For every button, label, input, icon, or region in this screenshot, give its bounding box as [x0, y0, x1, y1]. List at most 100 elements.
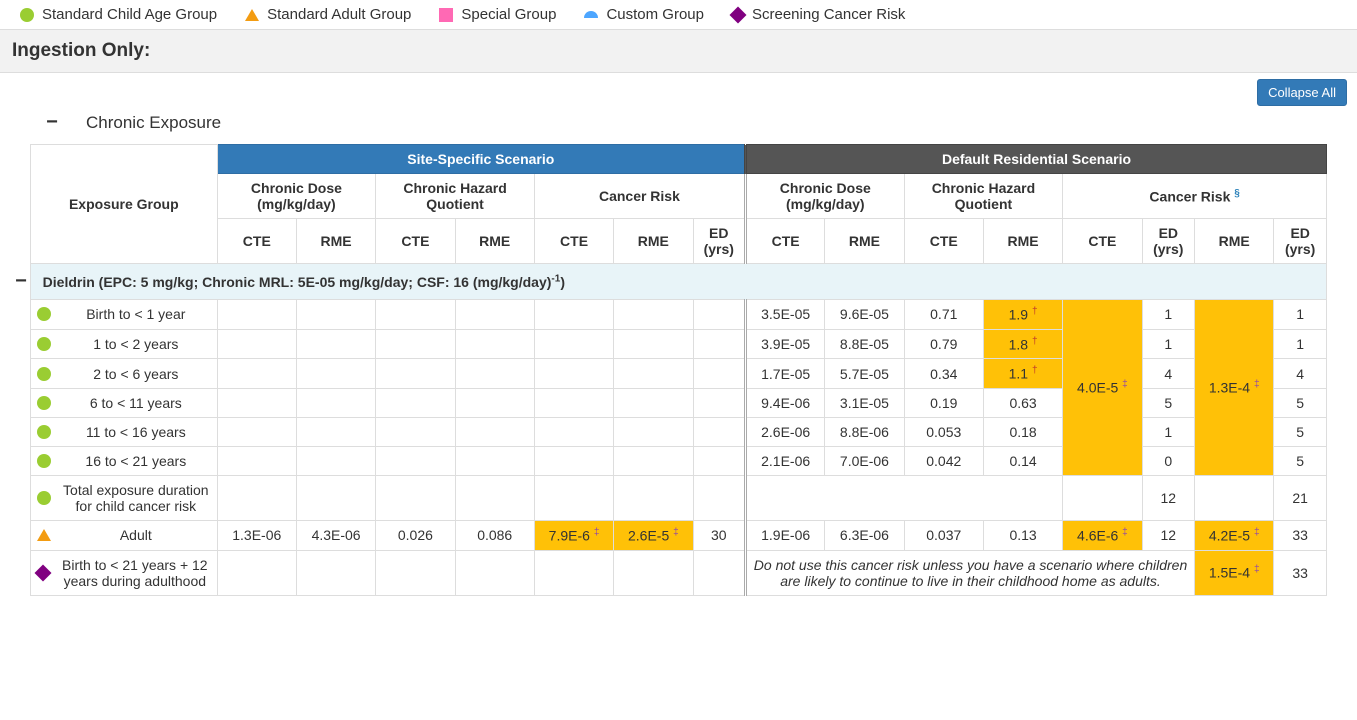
legend-child: Standard Child Age Group	[20, 6, 217, 23]
th-chronic-hq-d: Chronic Hazard Quotient	[904, 174, 1063, 219]
cell-highlight: 7.9E-6 ‡	[534, 520, 613, 550]
table-row-adult: Adult 1.3E-06 4.3E-06 0.026 0.086 7.9E-6…	[31, 520, 1327, 550]
row-label: 11 to < 16 years	[59, 424, 213, 440]
th-rme: RME	[983, 219, 1062, 264]
cell-highlight: 1.9 †	[983, 300, 1062, 330]
th-default-scenario: Default Residential Scenario	[745, 145, 1326, 174]
row-label: 2 to < 6 years	[59, 366, 213, 382]
legend-label: Custom Group	[606, 6, 704, 23]
collapse-toggle-icon[interactable]: −	[42, 111, 62, 134]
legend-label: Screening Cancer Risk	[752, 6, 905, 23]
page-heading: Ingestion Only:	[0, 29, 1357, 73]
val: 4.2E-5	[1209, 528, 1250, 544]
square-icon	[439, 8, 453, 22]
screening-note: Do not use this cancer risk unless you h…	[745, 550, 1194, 595]
cell-highlight: 4.6E-6 ‡	[1063, 520, 1142, 550]
diamond-icon	[730, 6, 747, 23]
diamond-icon	[35, 564, 52, 581]
dagger-icon: †	[1032, 365, 1038, 376]
cell-highlight: 2.6E-5 ‡	[614, 520, 693, 550]
cell: 0.053	[904, 417, 983, 446]
cell-highlight: 4.2E-5 ‡	[1195, 520, 1274, 550]
th-cte: CTE	[534, 219, 613, 264]
cell: 2.1E-06	[745, 446, 824, 475]
section-chronic-exposure: − Chronic Exposure	[70, 111, 1327, 134]
circle-icon	[20, 8, 34, 22]
th-cancer-risk-d: Cancer Risk §	[1063, 174, 1327, 219]
row-label: Birth to < 1 year	[59, 306, 213, 322]
legend-custom: Custom Group	[584, 6, 704, 23]
cell: 0.042	[904, 446, 983, 475]
chemical-label[interactable]: − Dieldrin (EPC: 5 mg/kg; Chronic MRL: 5…	[31, 264, 1327, 300]
th-rme: RME	[1195, 219, 1274, 264]
cell: 0.19	[904, 388, 983, 417]
th-cte: CTE	[217, 219, 296, 264]
table-row: Birth to < 1 year 3.5E-05 9.6E-05 0.71 1…	[31, 300, 1327, 330]
cell: 12	[1142, 475, 1194, 520]
chem-exp: -1	[551, 273, 560, 284]
th-ed: ED (yrs)	[693, 219, 745, 264]
th-rme: RME	[825, 219, 904, 264]
table-row-screening: Birth to < 21 years + 12 years during ad…	[31, 550, 1327, 595]
cell: 0.63	[983, 388, 1062, 417]
halfcircle-icon	[584, 11, 598, 18]
cell: 0.086	[455, 520, 534, 550]
collapse-all-button[interactable]: Collapse All	[1257, 79, 1347, 106]
span-cte-cell: 4.0E-5 ‡	[1063, 300, 1142, 476]
row-label: Total exposure duration for child cancer…	[59, 482, 213, 514]
ddagger-icon: ‡	[1254, 379, 1260, 390]
chem-text: Dieldrin (EPC: 5 mg/kg; Chronic MRL: 5E-…	[43, 274, 552, 290]
cell: 8.8E-05	[825, 329, 904, 359]
triangle-icon	[37, 529, 51, 541]
th-cte: CTE	[376, 219, 455, 264]
val: 4.6E-6	[1077, 528, 1118, 544]
dagger-icon: †	[1032, 336, 1038, 347]
th-cte: CTE	[904, 219, 983, 264]
cell: 8.8E-06	[825, 417, 904, 446]
th-cte: CTE	[1063, 219, 1142, 264]
cell: 5	[1274, 388, 1327, 417]
row-label: Birth to < 21 years + 12 years during ad…	[57, 557, 213, 589]
cell: 4.3E-06	[296, 520, 375, 550]
cell: 5	[1274, 446, 1327, 475]
th-cte: CTE	[745, 219, 824, 264]
ddagger-icon: ‡	[1254, 527, 1260, 538]
chemical-header-row: − Dieldrin (EPC: 5 mg/kg; Chronic MRL: 5…	[31, 264, 1327, 300]
cell: 4	[1274, 359, 1327, 389]
collapse-toggle-icon[interactable]: −	[11, 270, 31, 293]
th-ed: ED (yrs)	[1274, 219, 1327, 264]
legend-screening: Screening Cancer Risk	[732, 6, 905, 23]
cell: 0.14	[983, 446, 1062, 475]
cell-highlight: 1.1 †	[983, 359, 1062, 389]
cell: 4	[1142, 359, 1194, 389]
chem-end: )	[560, 274, 565, 290]
cell: 1.7E-05	[745, 359, 824, 389]
val: 1.1	[1009, 366, 1028, 382]
circle-icon	[37, 307, 51, 321]
section-title-label: Chronic Exposure	[86, 113, 221, 133]
cell: 0.79	[904, 329, 983, 359]
ddagger-icon: ‡	[1254, 564, 1260, 575]
exposure-group-cell: Birth to < 1 year	[31, 300, 218, 330]
circle-icon	[37, 454, 51, 468]
val: 2.6E-5	[628, 528, 669, 544]
cell: 6.3E-06	[825, 520, 904, 550]
th-exposure-group: Exposure Group	[31, 145, 218, 264]
cell: 5	[1274, 417, 1327, 446]
val: 7.9E-6	[549, 528, 590, 544]
circle-icon	[37, 425, 51, 439]
circle-icon	[37, 337, 51, 351]
circle-icon	[37, 491, 51, 505]
legend-label: Special Group	[461, 6, 556, 23]
cell-highlight: 1.8 †	[983, 329, 1062, 359]
val: 1.9	[1009, 307, 1028, 323]
ddagger-icon: ‡	[594, 527, 600, 538]
val: 1.3E-4	[1209, 380, 1250, 396]
row-label: 16 to < 21 years	[59, 453, 213, 469]
cell: 1	[1142, 300, 1194, 330]
th-rme: RME	[614, 219, 693, 264]
cell: 33	[1274, 520, 1327, 550]
row-label: 1 to < 2 years	[59, 336, 213, 352]
cell: 9.6E-05	[825, 300, 904, 330]
cell: 7.0E-06	[825, 446, 904, 475]
